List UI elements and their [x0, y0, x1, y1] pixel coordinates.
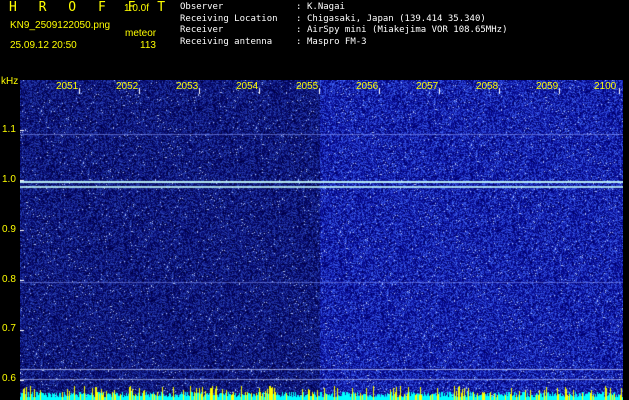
info-separator: :: [296, 25, 302, 35]
y-tick-label: 1.1: [2, 124, 16, 135]
version-label: 1.0.0f: [124, 3, 150, 14]
time-label: 2054: [236, 81, 259, 92]
y-axis-unit: kHz: [1, 76, 19, 87]
observation-datetime: 25.09.12 20:50: [10, 40, 77, 51]
time-label: 2059: [536, 81, 559, 92]
info-separator: :: [296, 36, 302, 47]
y-tick-label: 0.6: [2, 373, 16, 384]
time-label: 2053: [176, 81, 199, 92]
info-separator: :: [296, 13, 302, 24]
y-tick-label: 1.0: [2, 174, 16, 185]
info-value: AirSpy mini (Miakejima VOR 108.65MHz): [307, 25, 508, 35]
info-value: Chigasaki, Japan (139.414 35.340): [307, 13, 486, 24]
info-label: Receiving antenna: [180, 36, 273, 47]
file-name: KN9_2509122050.png: [10, 20, 111, 31]
info-label: Observer: [180, 2, 224, 12]
info-separator: :: [296, 2, 302, 12]
y-tick-label: 0.7: [2, 323, 16, 334]
time-label: 2056: [356, 81, 379, 92]
info-label: Receiving Location: [180, 13, 278, 24]
meteor-label: meteor: [125, 28, 157, 39]
spectrogram-canvas: [20, 80, 623, 400]
time-label: 2055: [296, 81, 319, 92]
time-label: 2052: [116, 81, 139, 92]
spectrogram-panel: [20, 80, 623, 400]
time-label: 2058: [476, 81, 499, 92]
info-label: Receiver: [180, 25, 224, 35]
info-value: K.Nagai: [307, 2, 345, 12]
info-value: Maspro FM-3: [307, 36, 367, 47]
y-tick-label: 0.8: [2, 274, 16, 285]
time-label: 2057: [416, 81, 439, 92]
time-label: 2051: [56, 81, 79, 92]
hrofft-window: H R O F F T 1.0.0f KN9_2509122050.png me…: [0, 0, 629, 400]
y-tick-label: 0.9: [2, 224, 16, 235]
meteor-count: 113: [140, 40, 156, 51]
time-label: 2100: [594, 81, 617, 92]
